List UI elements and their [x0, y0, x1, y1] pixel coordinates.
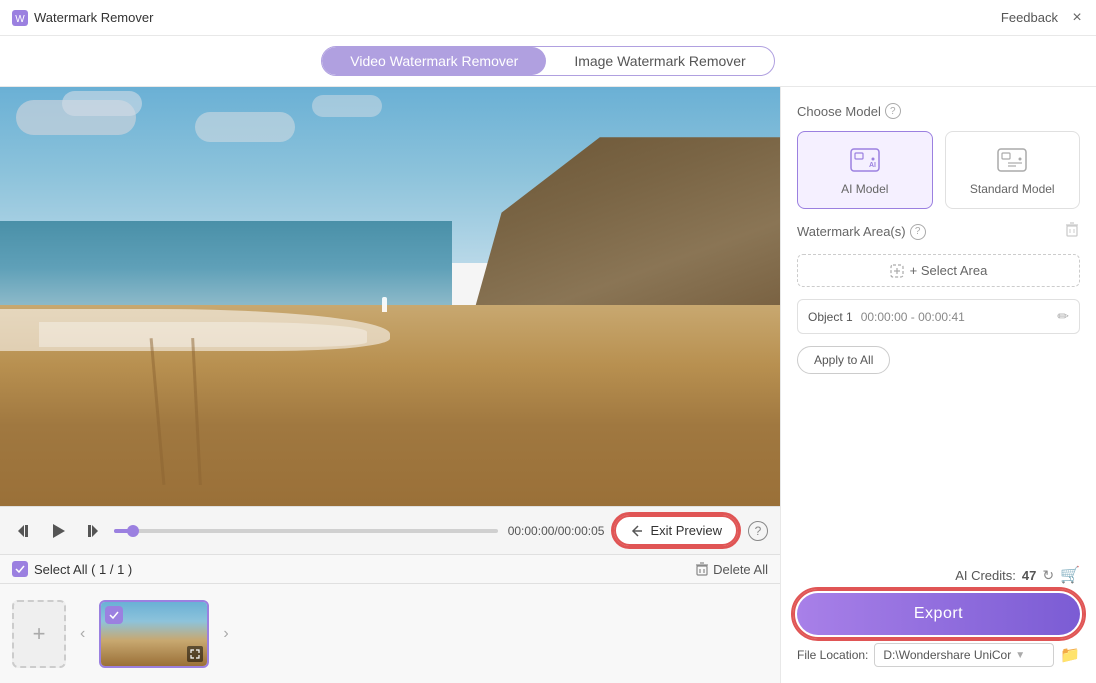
tab-group: Video Watermark Remover Image Watermark …	[321, 46, 774, 76]
cloud-2	[62, 91, 142, 116]
select-all-label: Select All ( 1 / 1 )	[34, 562, 132, 577]
export-button[interactable]: Export	[797, 593, 1080, 635]
delete-all-button[interactable]: Delete All	[695, 562, 768, 577]
title-bar-right: Feedback ×	[1001, 10, 1084, 25]
skip-forward-button[interactable]	[80, 519, 104, 543]
select-area-icon	[890, 264, 904, 278]
thumb-checkmark-icon	[109, 611, 119, 619]
progress-bar[interactable]	[114, 529, 498, 533]
left-section: 00:00:00/00:00:05 Exit Preview ?	[0, 87, 780, 683]
exit-arrow-icon	[630, 524, 644, 538]
standard-model-icon	[992, 144, 1032, 176]
watermark-areas-info-icon[interactable]: ?	[910, 224, 926, 240]
choose-model-label: Choose Model	[797, 104, 881, 119]
svg-text:W: W	[15, 14, 25, 25]
watermark-areas-section: Watermark Area(s) ?	[797, 224, 926, 240]
standard-model-label: Standard Model	[970, 182, 1055, 196]
app-title: Watermark Remover	[34, 10, 153, 25]
tab-image[interactable]: Image Watermark Remover	[546, 47, 773, 75]
tab-video[interactable]: Video Watermark Remover	[322, 47, 546, 75]
svg-text:AI: AI	[869, 162, 876, 169]
object1-label: Object 1	[808, 310, 853, 324]
checkmark-icon	[15, 565, 25, 573]
expand-icon	[190, 649, 200, 659]
nav-next-arrow[interactable]: ›	[219, 621, 232, 647]
credits-row: AI Credits: 47 ↻ 🛒	[797, 565, 1080, 585]
select-all-checkbox[interactable]	[12, 561, 28, 577]
right-panel: Choose Model ? AI AI Model	[780, 87, 1096, 683]
edit-icon[interactable]: ✏	[1057, 308, 1069, 325]
ai-model-card[interactable]: AI AI Model	[797, 131, 933, 209]
video-area	[0, 87, 780, 506]
standard-icon	[994, 145, 1030, 175]
cart-icon[interactable]: 🛒	[1060, 565, 1080, 585]
model-row: AI AI Model Standard Model	[797, 131, 1080, 209]
ai-model-icon: AI	[845, 144, 885, 176]
export-section: Export	[797, 593, 1080, 635]
cloud-3	[195, 112, 295, 142]
tab-bar: Video Watermark Remover Image Watermark …	[0, 36, 1096, 87]
add-file-button[interactable]: +	[12, 600, 66, 668]
standard-model-card[interactable]: Standard Model	[945, 131, 1081, 209]
watermark-areas-label: Watermark Area(s)	[797, 224, 906, 239]
skip-forward-icon	[84, 523, 100, 539]
file-location-row: File Location: D:\Wondershare UniCor ▼ 📁	[797, 643, 1080, 667]
progress-thumb	[127, 525, 139, 537]
right-bottom: AI Credits: 47 ↻ 🛒 Export File Location:…	[797, 565, 1080, 667]
delete-all-label: Delete All	[713, 562, 768, 577]
exit-preview-label: Exit Preview	[650, 523, 722, 538]
select-all-area: Select All ( 1 / 1 )	[12, 561, 132, 577]
object1-time: 00:00:00 - 00:00:41	[861, 310, 1050, 324]
ai-credits-label: AI Credits:	[955, 568, 1016, 583]
thumb-expand-icon	[187, 646, 203, 662]
video-preview	[0, 87, 780, 506]
cloud-4	[312, 95, 382, 117]
title-bar-left: W Watermark Remover	[12, 10, 153, 26]
waves-2	[39, 322, 367, 347]
close-button[interactable]: ×	[1070, 11, 1084, 25]
object-row-1: Object 1 00:00:00 - 00:00:41 ✏	[797, 299, 1080, 334]
skip-back-button[interactable]	[12, 519, 36, 543]
dropdown-chevron-icon: ▼	[1015, 650, 1025, 661]
video-controls: 00:00:00/00:00:05 Exit Preview ?	[0, 506, 780, 554]
feedback-link[interactable]: Feedback	[1001, 10, 1058, 25]
thumb-check-1	[105, 606, 123, 624]
folder-icon[interactable]: 📁	[1060, 645, 1080, 665]
skip-back-icon	[16, 523, 32, 539]
choose-model-info-icon[interactable]: ?	[885, 103, 901, 119]
trash-button[interactable]	[1064, 221, 1080, 242]
select-area-button[interactable]: + Select Area	[797, 254, 1080, 287]
filmstrip-header: Select All ( 1 / 1 ) Delete All	[0, 554, 780, 583]
thumbnail-1[interactable]	[99, 600, 209, 668]
app-icon: W	[12, 10, 28, 26]
title-bar: W Watermark Remover Feedback ×	[0, 0, 1096, 36]
file-path-text: D:\Wondershare UniCor	[883, 648, 1011, 662]
choose-model-section: Choose Model ?	[797, 103, 1080, 119]
apply-to-all-button[interactable]: Apply to All	[797, 346, 890, 374]
main-content: 00:00:00/00:00:05 Exit Preview ?	[0, 87, 1096, 683]
time-display: 00:00:00/00:00:05	[508, 524, 605, 538]
nav-prev-arrow[interactable]: ‹	[76, 621, 89, 647]
delete-icon	[695, 562, 709, 576]
trash-icon	[1064, 221, 1080, 237]
filmstrip: + ‹ ›	[0, 583, 780, 683]
file-location-label: File Location:	[797, 648, 868, 662]
play-icon	[50, 523, 66, 539]
watermark-area-header: Watermark Area(s) ?	[797, 221, 1080, 242]
exit-preview-wrapper: Exit Preview	[614, 515, 738, 546]
ai-credits-value: 47	[1022, 568, 1036, 583]
select-area-label: + Select Area	[910, 263, 988, 278]
ai-icon: AI	[847, 145, 883, 175]
ai-model-label: AI Model	[841, 182, 888, 196]
play-button[interactable]	[46, 519, 70, 543]
exit-preview-button[interactable]: Exit Preview	[614, 515, 738, 546]
help-icon[interactable]: ?	[748, 521, 768, 541]
person	[382, 297, 387, 312]
file-path-select[interactable]: D:\Wondershare UniCor ▼	[874, 643, 1054, 667]
refresh-icon[interactable]: ↻	[1042, 567, 1054, 584]
